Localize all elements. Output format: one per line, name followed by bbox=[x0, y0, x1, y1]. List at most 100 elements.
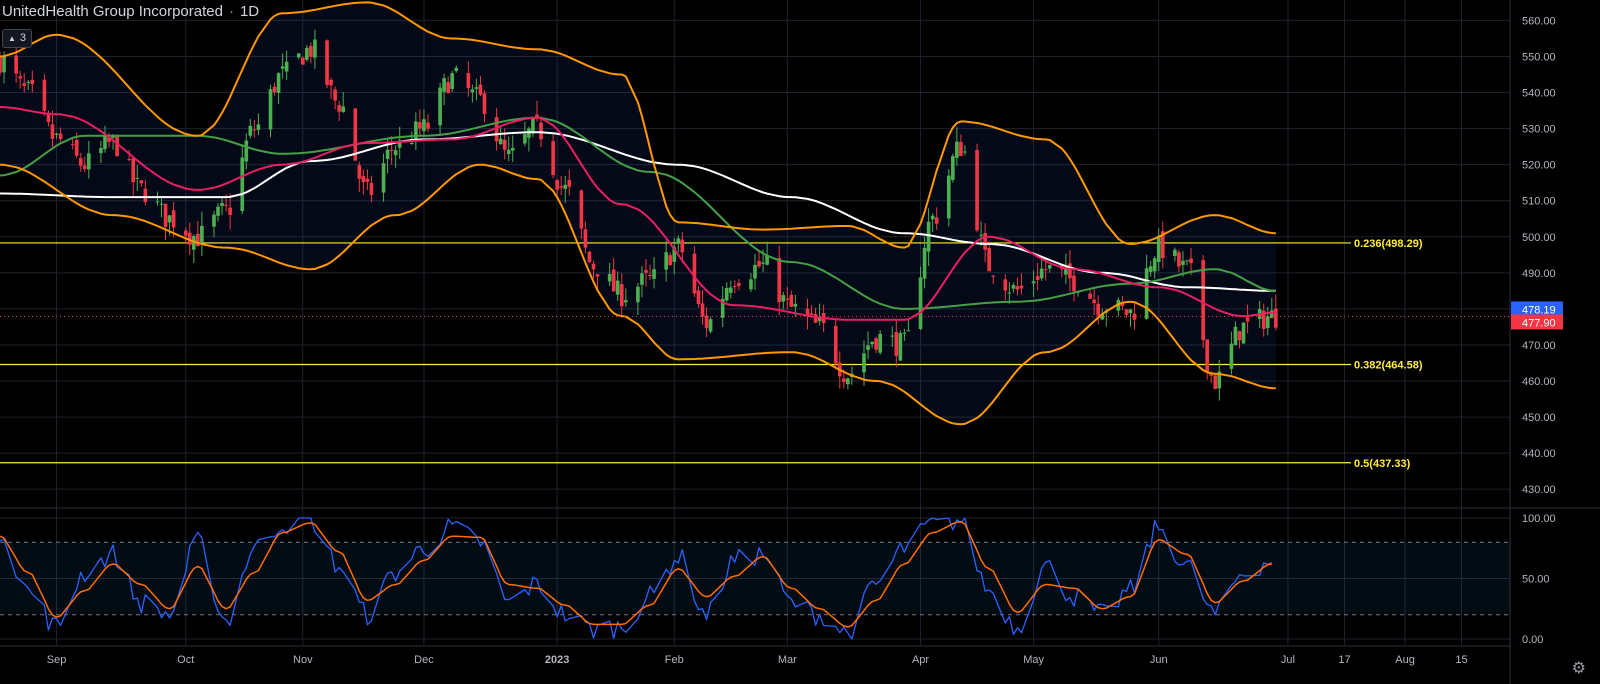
candle-body bbox=[240, 157, 245, 212]
candle-body bbox=[979, 234, 983, 236]
candle-body bbox=[220, 203, 224, 207]
price-label-badge: 478.19 bbox=[1511, 301, 1563, 317]
candle-body bbox=[555, 180, 559, 190]
candle-body bbox=[426, 122, 430, 129]
price-tick-label: 550.00 bbox=[1522, 51, 1556, 63]
candle-body bbox=[728, 287, 733, 293]
candle-body bbox=[595, 274, 600, 277]
candle-body bbox=[418, 122, 422, 129]
candle-body bbox=[1245, 317, 1250, 322]
candle-body bbox=[1181, 260, 1185, 265]
candle bbox=[1128, 308, 1133, 327]
candle-body bbox=[1233, 326, 1238, 346]
candle-body bbox=[777, 258, 782, 303]
candle-body bbox=[103, 135, 107, 150]
candle-body bbox=[1152, 258, 1157, 272]
candle-body bbox=[183, 230, 188, 236]
candle-body bbox=[926, 221, 931, 252]
candle-body bbox=[1132, 313, 1137, 320]
candle-body bbox=[1185, 260, 1189, 262]
candle-body bbox=[874, 338, 878, 350]
candle-body bbox=[216, 206, 220, 216]
candle-body bbox=[393, 150, 398, 156]
candle-body bbox=[2, 55, 6, 73]
candle-body bbox=[704, 315, 709, 328]
candle-body bbox=[30, 79, 35, 85]
candle-body bbox=[50, 124, 55, 139]
candle-body bbox=[842, 378, 846, 382]
candle-body bbox=[963, 151, 967, 153]
candle-body bbox=[1274, 308, 1278, 328]
candle bbox=[587, 250, 592, 264]
candle-body bbox=[1177, 252, 1181, 267]
candle-body bbox=[551, 141, 555, 176]
candle-body bbox=[898, 333, 903, 361]
candle-body bbox=[793, 303, 798, 307]
candle bbox=[163, 203, 168, 241]
candle-body bbox=[337, 105, 341, 112]
price-tick-label: 500.00 bbox=[1522, 232, 1556, 244]
price-chart[interactable]: 0.236(498.29) 0.382(464.58) 0.5(437.33) 560… bbox=[0, 0, 1600, 684]
candle-body bbox=[1003, 279, 1008, 291]
time-tick-label: Sep bbox=[47, 654, 67, 666]
candle-body bbox=[313, 39, 317, 58]
candle-body bbox=[676, 238, 681, 244]
candle-body bbox=[1156, 235, 1161, 263]
candle-body bbox=[502, 139, 507, 150]
candle-body bbox=[987, 247, 991, 272]
candle-body bbox=[446, 82, 450, 94]
gear-icon[interactable]: ⚙ bbox=[1572, 658, 1586, 678]
candle-body bbox=[381, 163, 386, 193]
candle-body bbox=[82, 165, 87, 169]
candle-body bbox=[450, 73, 455, 89]
candle-body bbox=[785, 298, 790, 300]
candle-body bbox=[329, 79, 333, 86]
candle-body bbox=[506, 149, 511, 155]
candle-body bbox=[365, 178, 370, 182]
candle-body bbox=[115, 136, 119, 157]
candle-body bbox=[737, 283, 741, 287]
price-tick-label: 430.00 bbox=[1522, 484, 1556, 496]
time-tick-label: Oct bbox=[177, 654, 194, 666]
candle bbox=[692, 246, 697, 297]
candle-body bbox=[1092, 299, 1096, 304]
candle-body bbox=[26, 81, 31, 83]
candle-body bbox=[749, 279, 753, 290]
candle-body bbox=[1035, 276, 1040, 280]
symbol-name[interactable]: UnitedHealth Group Incorporated bbox=[2, 3, 223, 20]
candle-body bbox=[135, 177, 140, 179]
candle-body bbox=[668, 255, 673, 266]
candle-body bbox=[539, 122, 543, 140]
candle-body bbox=[789, 294, 794, 307]
candle-body bbox=[0, 55, 2, 73]
candle-body bbox=[442, 78, 446, 92]
time-tick-label: Feb bbox=[665, 654, 684, 666]
price-label-badge: 477.90 bbox=[1511, 314, 1563, 330]
candle-body bbox=[171, 210, 176, 228]
indicators-toggle[interactable]: ▲ 3 bbox=[2, 29, 33, 48]
candle-body bbox=[248, 125, 253, 136]
candle-body bbox=[1148, 266, 1153, 272]
candle-body bbox=[510, 147, 515, 151]
candle-body bbox=[357, 165, 362, 179]
candle-body bbox=[22, 83, 27, 86]
candle bbox=[833, 319, 838, 370]
osc-tick-label: 50.00 bbox=[1522, 574, 1550, 586]
candle-body bbox=[309, 45, 313, 57]
candle-body bbox=[1189, 258, 1193, 264]
candle-body bbox=[753, 264, 757, 279]
candle-body bbox=[143, 188, 148, 203]
candle-body bbox=[757, 260, 761, 267]
candle-body bbox=[809, 313, 814, 315]
price-label-text: 477.90 bbox=[1522, 317, 1556, 329]
candle-body bbox=[918, 277, 923, 329]
interval-label[interactable]: 1D bbox=[240, 3, 259, 20]
candle-body bbox=[466, 73, 471, 89]
candle-body bbox=[955, 141, 959, 158]
candle-body bbox=[975, 150, 979, 231]
candle-body bbox=[284, 61, 289, 72]
candle-body bbox=[78, 158, 83, 166]
price-tick-label: 470.00 bbox=[1522, 340, 1556, 352]
candle-body bbox=[894, 332, 899, 356]
candle-body bbox=[1229, 343, 1234, 369]
